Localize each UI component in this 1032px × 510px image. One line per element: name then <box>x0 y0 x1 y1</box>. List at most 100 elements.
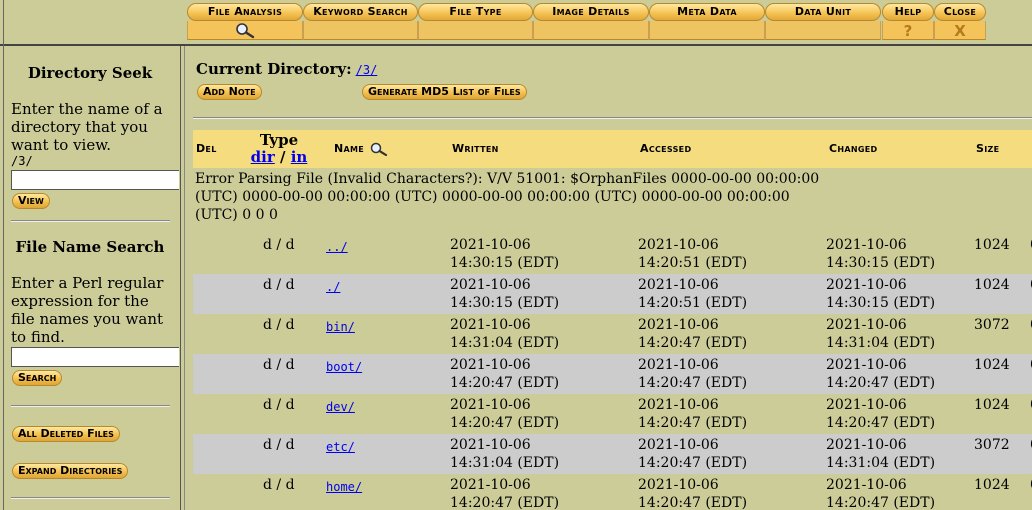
question-icon: ? <box>903 22 913 40</box>
tab-image-details-lower <box>533 21 649 40</box>
row-name[interactable]: home/ <box>326 478 362 496</box>
row-changed-date: 2021-10-06 <box>826 437 907 453</box>
row-name[interactable]: ./ <box>326 278 340 296</box>
row-written: 2021-10-06 14:30:15 (EDT) <box>450 276 559 312</box>
row-changed-time: 14:30:15 (EDT) <box>826 255 936 271</box>
view-button[interactable]: View <box>12 193 50 209</box>
left-panel: Directory Seek Enter the name of a direc… <box>0 46 180 510</box>
row-name[interactable]: ../ <box>326 238 348 256</box>
tab-file-type[interactable]: File Type <box>418 3 533 40</box>
row-written-date: 2021-10-06 <box>450 397 531 413</box>
row-accessed: 2021-10-06 14:20:47 (EDT) <box>638 356 747 392</box>
row-accessed: 2021-10-06 14:20:51 (EDT) <box>638 276 747 312</box>
row-type: d / d <box>263 237 295 253</box>
row-accessed-time: 14:20:47 (EDT) <box>638 495 748 510</box>
tab-meta-data-label: Meta Data <box>649 3 765 21</box>
row-written-date: 2021-10-06 <box>450 477 531 493</box>
row-accessed-date: 2021-10-06 <box>638 277 719 293</box>
current-directory-label: Current Directory: <box>196 60 352 78</box>
row-size: 1024 <box>974 357 1010 373</box>
tab-image-details[interactable]: Image Details <box>533 3 649 40</box>
row-changed: 2021-10-06 14:30:15 (EDT) <box>826 276 935 312</box>
tab-data-unit[interactable]: Data Unit <box>765 3 881 40</box>
row-name[interactable]: etc/ <box>326 438 355 456</box>
row-accessed: 2021-10-06 14:20:47 (EDT) <box>638 316 747 352</box>
tab-keyword-search[interactable]: Keyword Search <box>303 3 418 40</box>
row-changed-date: 2021-10-06 <box>826 277 907 293</box>
row-name[interactable]: dev/ <box>326 398 355 416</box>
row-accessed-time: 14:20:47 (EDT) <box>638 335 748 351</box>
type-in-link[interactable]: in <box>291 148 308 166</box>
row-written-time: 14:30:15 (EDT) <box>450 295 560 311</box>
file-name-search-description: Enter a Perl regular expression for the … <box>11 274 164 346</box>
row-changed-date: 2021-10-06 <box>826 397 907 413</box>
expand-directories-button[interactable]: Expand Directories <box>12 463 129 479</box>
table-row: d / d ../2021-10-06 14:30:15 (EDT) 2021-10-… <box>193 234 1032 274</box>
row-changed: 2021-10-06 14:31:04 (EDT) <box>826 436 935 472</box>
col-size: Size <box>976 142 1000 155</box>
col-name-label: Name <box>334 142 365 155</box>
row-size: 1024 <box>974 477 1010 493</box>
row-size: 1024 <box>974 277 1010 293</box>
table-row: d / d etc/2021-10-06 14:31:04 (EDT) 2021-10… <box>193 434 1032 474</box>
col-name[interactable]: Name <box>334 130 392 168</box>
file-name-search-input[interactable] <box>11 347 179 367</box>
close-label: Close <box>934 3 986 21</box>
row-accessed: 2021-10-06 14:20:51 (EDT) <box>638 236 747 272</box>
directory-seek-description: Enter the name of a directory that you w… <box>11 100 163 154</box>
table-row: d / d bin/2021-10-06 14:31:04 (EDT) 2021-10… <box>193 314 1032 354</box>
row-accessed-date: 2021-10-06 <box>638 477 719 493</box>
tab-meta-data[interactable]: Meta Data <box>649 3 765 40</box>
row-accessed-date: 2021-10-06 <box>638 357 719 373</box>
file-table-header: Del Type dir / in Name Written Accessed … <box>193 130 1032 168</box>
help-icon-box: ? <box>882 21 934 40</box>
all-deleted-files-button[interactable]: All Deleted Files <box>12 426 120 442</box>
row-written-date: 2021-10-06 <box>450 437 531 453</box>
row-changed-time: 14:20:47 (EDT) <box>826 375 936 391</box>
row-written: 2021-10-06 14:30:15 (EDT) <box>450 236 559 272</box>
row-changed-time: 14:31:04 (EDT) <box>826 335 936 351</box>
row-written-date: 2021-10-06 <box>450 277 531 293</box>
close-icon: X <box>954 22 966 40</box>
row-size: 3072 <box>974 317 1010 333</box>
magnifier-icon <box>236 23 255 39</box>
row-accessed-time: 14:20:47 (EDT) <box>638 455 748 471</box>
row-size: 1024 <box>974 237 1010 253</box>
type-dir-link[interactable]: dir <box>251 148 275 166</box>
row-written-date: 2021-10-06 <box>450 317 531 333</box>
row-changed-date: 2021-10-06 <box>826 357 907 373</box>
row-written-time: 14:31:04 (EDT) <box>450 335 560 351</box>
tab-meta-data-lower <box>649 21 765 40</box>
close-button[interactable]: Close X <box>934 3 986 40</box>
generate-md5-button[interactable]: Generate MD5 List of Files <box>362 84 527 100</box>
row-changed-time: 14:30:15 (EDT) <box>826 295 936 311</box>
row-written-time: 14:20:47 (EDT) <box>450 495 560 510</box>
tab-file-analysis-lower <box>187 21 303 40</box>
col-accessed: Accessed <box>640 142 692 155</box>
row-name[interactable]: boot/ <box>326 358 362 376</box>
directory-input[interactable] <box>11 170 179 190</box>
add-note-button[interactable]: Add Note <box>197 84 262 100</box>
row-accessed: 2021-10-06 14:20:47 (EDT) <box>638 436 747 472</box>
error-message: Error Parsing File (Invalid Characters?)… <box>195 171 820 223</box>
help-button[interactable]: Help ? <box>882 3 934 40</box>
tab-keyword-search-lower <box>303 21 418 40</box>
col-type-links: dir / in <box>249 149 309 166</box>
col-del: Del <box>196 142 217 155</box>
row-accessed-time: 14:20:47 (EDT) <box>638 375 748 391</box>
row-type: d / d <box>263 437 295 453</box>
table-row: d / d boot/2021-10-06 14:20:47 (EDT) 2021-1… <box>193 354 1032 394</box>
help-label: Help <box>882 3 934 21</box>
row-changed-date: 2021-10-06 <box>826 317 907 333</box>
tab-data-unit-label: Data Unit <box>765 3 881 21</box>
current-directory-link[interactable]: /3/ <box>356 63 378 77</box>
tab-data-unit-lower <box>765 21 881 40</box>
row-written: 2021-10-06 14:31:04 (EDT) <box>450 436 559 472</box>
search-button[interactable]: Search <box>12 370 63 386</box>
row-changed-time: 14:20:47 (EDT) <box>826 495 936 510</box>
row-name[interactable]: bin/ <box>326 318 355 336</box>
row-accessed-date: 2021-10-06 <box>638 437 719 453</box>
tab-file-analysis[interactable]: File Analysis <box>187 3 303 40</box>
row-changed-date: 2021-10-06 <box>826 237 907 253</box>
row-type: d / d <box>263 277 295 293</box>
